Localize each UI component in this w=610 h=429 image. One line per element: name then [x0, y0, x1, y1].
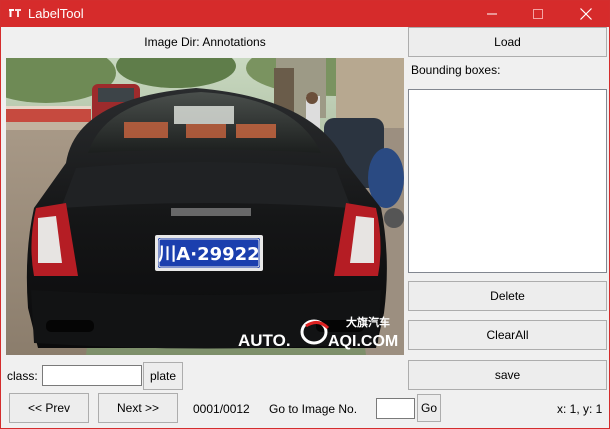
image-canvas[interactable]: 川A·29922 AUTO. AQI.COM 大旗汽车	[6, 58, 404, 355]
watermark-auto: AUTO.	[238, 331, 291, 350]
plate-button[interactable]: plate	[143, 362, 183, 390]
maximize-icon	[533, 9, 543, 19]
class-input[interactable]	[42, 365, 142, 386]
bounding-boxes-label: Bounding boxes:	[411, 63, 501, 77]
close-icon	[580, 8, 592, 20]
maximize-button[interactable]	[515, 1, 561, 27]
image-progress: 0001/0012	[193, 402, 250, 416]
watermark-brand: 大旗汽车	[346, 315, 390, 329]
license-plate-text: 川A·29922	[157, 244, 259, 265]
class-label: class:	[7, 369, 38, 383]
goto-label: Go to Image No.	[269, 402, 358, 416]
title-bar[interactable]: LabelTool	[1, 1, 609, 27]
clear-all-button[interactable]: ClearAll	[408, 320, 607, 350]
save-button[interactable]: save	[408, 360, 607, 390]
watermark-daqi: AQI.COM	[328, 333, 398, 350]
labeltool-window: LabelTool Image Dir: Annotations Load 川A…	[0, 0, 610, 429]
load-button[interactable]: Load	[408, 27, 607, 57]
go-button[interactable]: Go	[417, 394, 441, 422]
goto-input[interactable]	[376, 398, 415, 419]
prev-button[interactable]: << Prev	[9, 393, 89, 423]
image-dir-label: Image Dir: Annotations	[144, 35, 266, 49]
cursor-coords: x: 1, y: 1	[557, 402, 603, 416]
bounding-boxes-list[interactable]	[408, 89, 607, 273]
app-icon	[9, 9, 21, 17]
minimize-icon	[487, 13, 497, 15]
minimize-button[interactable]	[469, 1, 515, 27]
next-button[interactable]: Next >>	[98, 393, 178, 423]
delete-button[interactable]: Delete	[408, 281, 607, 311]
window-title: LabelTool	[28, 6, 84, 21]
close-button[interactable]	[563, 1, 609, 27]
car-photo[interactable]: 川A·29922 AUTO. AQI.COM 大旗汽车	[6, 58, 404, 355]
